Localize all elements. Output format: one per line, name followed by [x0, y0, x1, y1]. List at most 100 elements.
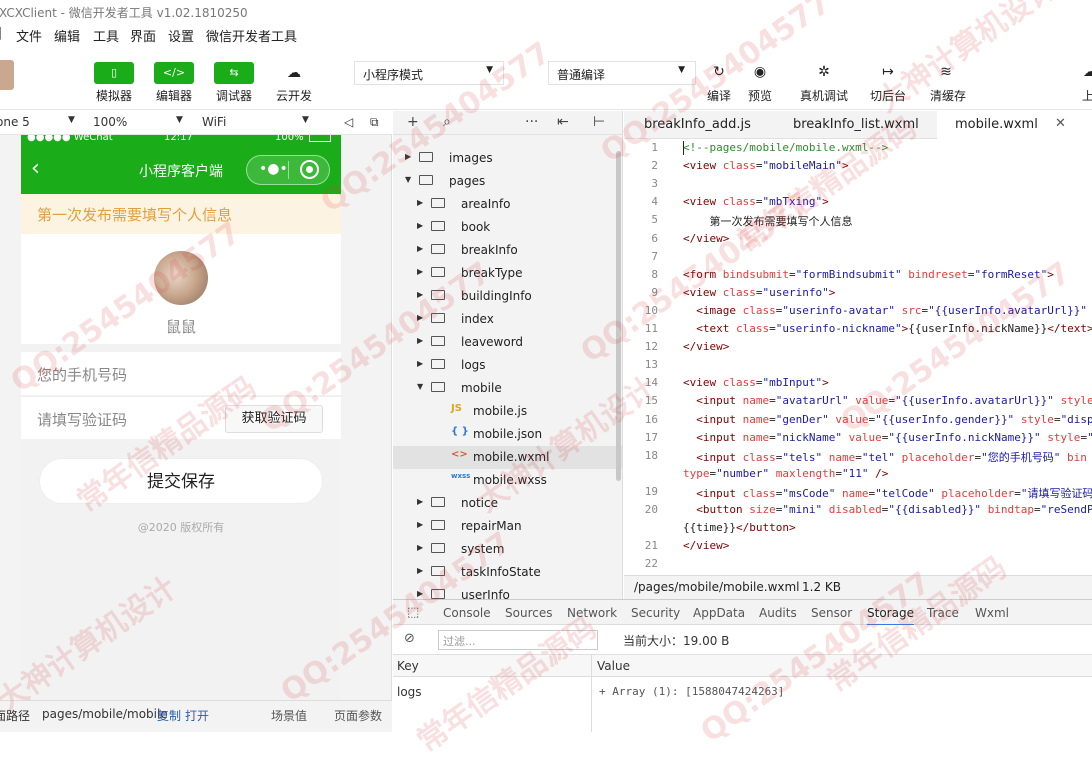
- devtools-tab-trace[interactable]: Trace: [927, 606, 959, 620]
- page-params-button[interactable]: 页面参数: [334, 707, 382, 724]
- clear-icon[interactable]: ⊘: [404, 631, 415, 646]
- folder-icon: [431, 543, 445, 553]
- chevron-down-icon[interactable]: ▼: [405, 175, 411, 184]
- code-editor[interactable]: 1 <!--pages/mobile/mobile.wxml--> 2 <view c…: [624, 139, 1092, 575]
- get-code-button[interactable]: 获取验证码: [225, 405, 323, 433]
- tree-item-notice[interactable]: ▶ notice: [393, 492, 622, 515]
- device-select[interactable]: one 5: [0, 115, 30, 129]
- menu-item-hidden[interactable]: ∥: [0, 26, 3, 41]
- tree-item-userinfo[interactable]: ▶ userInfo: [393, 584, 622, 599]
- refresh-icon[interactable]: ↻: [709, 64, 729, 80]
- compile-select[interactable]: 普通编译 ▼: [548, 61, 696, 85]
- inspect-icon[interactable]: ⬚: [407, 605, 419, 620]
- more-dots-icon[interactable]: •●•: [259, 161, 288, 177]
- menu-item-tools[interactable]: 工具: [93, 26, 119, 45]
- chevron-right-icon[interactable]: ▶: [417, 589, 423, 598]
- devtools-tab-sensor[interactable]: Sensor: [811, 606, 852, 620]
- tree-item-mobile-wxss[interactable]: wxss mobile.wxss: [393, 469, 622, 492]
- tree-item-mobile-js[interactable]: JS mobile.js: [393, 400, 622, 423]
- chevron-right-icon[interactable]: ▶: [417, 198, 423, 207]
- more-icon[interactable]: ···: [525, 114, 538, 130]
- add-file-icon[interactable]: +: [407, 114, 419, 130]
- scene-value-button[interactable]: 场景值: [271, 707, 307, 724]
- tree-item-breaktype[interactable]: ▶ breakType: [393, 262, 622, 285]
- chevron-right-icon[interactable]: ▶: [417, 359, 423, 368]
- chevron-right-icon[interactable]: ▶: [417, 336, 423, 345]
- chevron-right-icon[interactable]: ▶: [417, 497, 423, 506]
- copy-path-link[interactable]: 复制: [157, 707, 181, 724]
- menu-item-settings[interactable]: 设置: [168, 26, 194, 45]
- volume-icon[interactable]: ◁: [344, 115, 353, 129]
- devtools-tab-audits[interactable]: Audits: [759, 606, 797, 620]
- chevron-right-icon[interactable]: ▶: [417, 543, 423, 552]
- chevron-right-icon[interactable]: ▶: [417, 221, 423, 230]
- phone-input[interactable]: 您的手机号码: [21, 352, 341, 395]
- chevron-right-icon[interactable]: ▶: [405, 152, 411, 161]
- mode-select[interactable]: 小程序模式 ▼: [354, 61, 504, 85]
- tree-item-book[interactable]: ▶ book: [393, 216, 622, 239]
- tree-item-leaveword[interactable]: ▶ leaveword: [393, 331, 622, 354]
- devtools-tab-network[interactable]: Network: [567, 606, 617, 620]
- devtools-tab-security[interactable]: Security: [631, 606, 680, 620]
- chevron-right-icon[interactable]: ▶: [417, 313, 423, 322]
- submit-button[interactable]: 提交保存: [39, 458, 323, 504]
- tree-item-areainfo[interactable]: ▶ areaInfo: [393, 193, 622, 216]
- simulator-toggle-button[interactable]: ▯: [94, 62, 134, 84]
- network-select[interactable]: WiFi: [202, 115, 226, 129]
- bug-icon[interactable]: ✲: [814, 64, 834, 80]
- search-icon[interactable]: ⌕: [443, 114, 451, 130]
- tree-item-mobile-wxml[interactable]: <> mobile.wxml: [393, 446, 622, 469]
- table-row[interactable]: logs + Array (1): [1588047424263]: [393, 677, 1092, 732]
- devtools-tab-storage[interactable]: Storage: [867, 606, 914, 626]
- tree-item-logs[interactable]: ▶ logs: [393, 354, 622, 377]
- menu-item-view[interactable]: 界面: [130, 26, 156, 45]
- tree-item-breakinfo[interactable]: ▶ breakInfo: [393, 239, 622, 262]
- simulator-footer: 面路径 pages/mobile/mobile 复制 打开 场景值 页面参数: [0, 700, 392, 732]
- menu-item-file[interactable]: 文件: [16, 26, 42, 45]
- cloud-dev-button[interactable]: ☁: [274, 62, 314, 84]
- chevron-down-icon[interactable]: ▼: [417, 382, 423, 391]
- tree-item-mobile-json[interactable]: { } mobile.json: [393, 423, 622, 446]
- zoom-select[interactable]: 100%: [93, 115, 127, 129]
- editor-toggle-button[interactable]: </>: [154, 62, 194, 84]
- code-line: <view class="mbInput">: [683, 376, 829, 390]
- devtools-tab-sources[interactable]: Sources: [505, 606, 552, 620]
- detach-window-icon[interactable]: ⧉: [370, 115, 379, 130]
- eye-icon[interactable]: ◉: [750, 64, 770, 80]
- collapse-icon[interactable]: ⇤: [557, 114, 569, 130]
- devtools-tab-appdata[interactable]: AppData: [693, 606, 745, 620]
- devtools-tab-console[interactable]: Console: [443, 606, 491, 620]
- chevron-right-icon[interactable]: ▶: [417, 244, 423, 253]
- explorer-scrollbar[interactable]: [616, 151, 621, 481]
- debugger-toggle-button[interactable]: ⇆: [214, 62, 254, 84]
- tree-item-index[interactable]: ▶ index: [393, 308, 622, 331]
- switch-backstage-icon[interactable]: ↦: [878, 64, 898, 80]
- tree-item-images[interactable]: ▶ images: [393, 147, 622, 170]
- chevron-right-icon[interactable]: ▶: [417, 290, 423, 299]
- editor-tabs: breakInfo_add.js breakInfo_list.wxml mob…: [624, 111, 1092, 139]
- tree-item-mobile[interactable]: ▼ mobile: [393, 377, 622, 400]
- menu-item-edit[interactable]: 编辑: [54, 26, 80, 45]
- chevron-right-icon[interactable]: ▶: [417, 520, 423, 529]
- column-divider: [591, 677, 592, 732]
- chevron-right-icon[interactable]: ▶: [417, 566, 423, 575]
- menu-item-devtools[interactable]: 微信开发者工具: [206, 26, 297, 45]
- tab-mobile-wxml[interactable]: mobile.wxml ✕: [937, 111, 1092, 139]
- devtools-tab-wxml[interactable]: Wxml: [975, 606, 1009, 620]
- toggle-panel-icon[interactable]: ⊢: [593, 114, 605, 130]
- tree-item-buildinginfo[interactable]: ▶ buildingInfo: [393, 285, 622, 308]
- tree-item-taskinfostate[interactable]: ▶ taskInfoState: [393, 561, 622, 584]
- tree-item-system[interactable]: ▶ system: [393, 538, 622, 561]
- layers-icon[interactable]: ≋: [936, 64, 956, 80]
- filter-input[interactable]: 过滤...: [438, 630, 598, 650]
- tree-item-pages[interactable]: ▼ pages: [393, 170, 622, 193]
- tab-breakinfo-add[interactable]: breakInfo_add.js: [644, 111, 784, 139]
- user-avatar[interactable]: [0, 60, 14, 90]
- tree-item-repairman[interactable]: ▶ repairMan: [393, 515, 622, 538]
- code-input[interactable]: 请填写验证码 获取验证码: [21, 396, 341, 439]
- close-icon[interactable]: ✕: [1055, 116, 1066, 131]
- open-path-link[interactable]: 打开: [185, 707, 209, 724]
- upload-icon[interactable]: ☁: [1080, 64, 1092, 80]
- tab-breakinfo-list[interactable]: breakInfo_list.wxml: [793, 111, 933, 139]
- chevron-right-icon[interactable]: ▶: [417, 267, 423, 276]
